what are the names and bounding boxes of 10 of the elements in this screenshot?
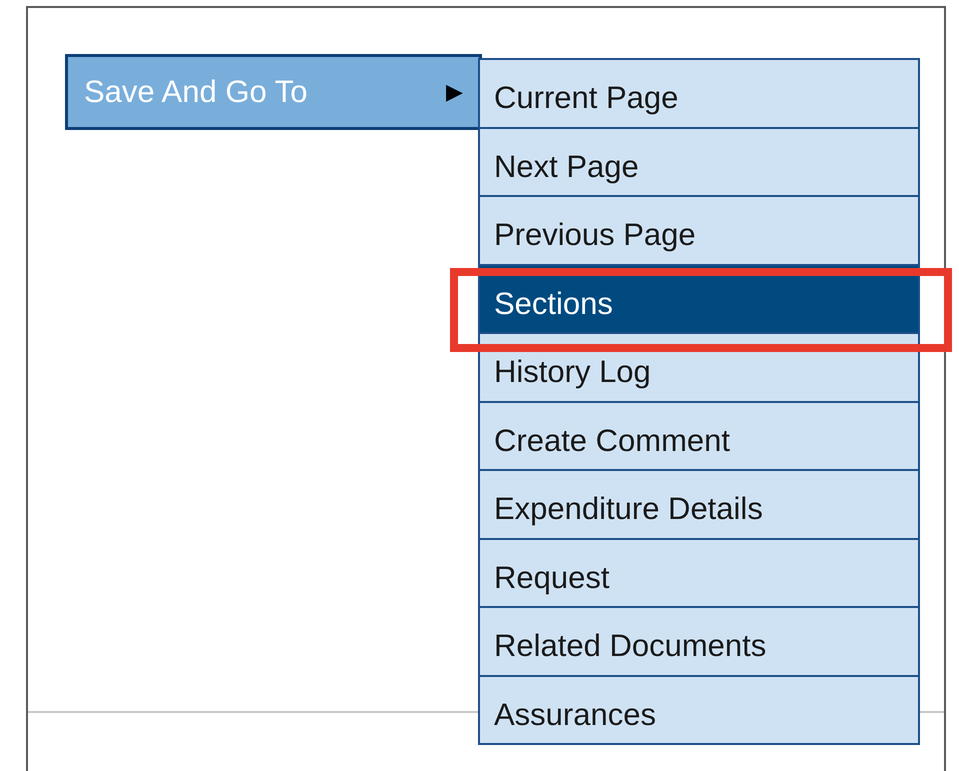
menu-item[interactable]: Create Comment <box>478 400 920 471</box>
menu-item[interactable]: Assurances <box>478 674 920 745</box>
menu-item[interactable]: Request <box>478 538 920 608</box>
menu-item[interactable]: Related Documents <box>478 606 920 676</box>
menu-item[interactable]: Expenditure Details <box>478 469 920 540</box>
menu-item[interactable]: Next Page <box>478 126 920 197</box>
submenu-arrow-icon: ▶ <box>446 79 463 105</box>
menu-item[interactable]: Previous Page <box>478 195 920 266</box>
save-and-go-to-button[interactable]: Save And Go To ▶ <box>65 54 482 130</box>
menu-item[interactable]: Current Page <box>478 58 920 128</box>
